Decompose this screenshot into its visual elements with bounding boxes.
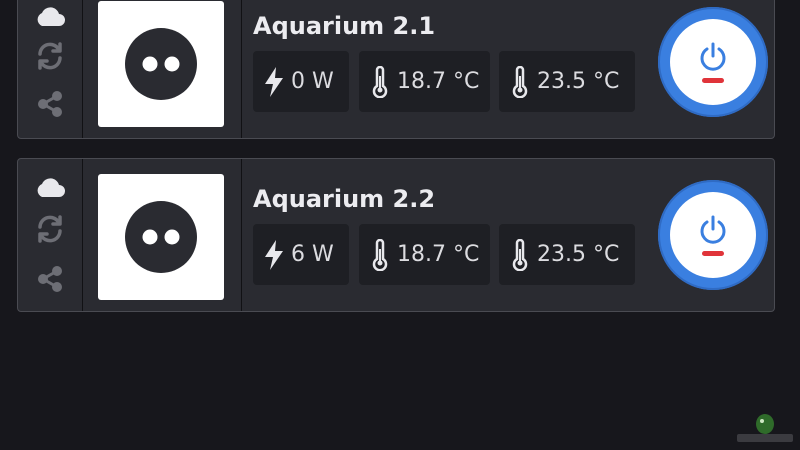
- sync-icon[interactable]: [32, 38, 68, 74]
- lightning-bolt-icon: [263, 66, 285, 97]
- temperature-readout-2: 23.5 °C: [499, 224, 635, 285]
- device-card[interactable]: Aquarium 2.2 6 W 18.7 °C 23.5 °C: [17, 158, 775, 312]
- device-list-page: Aquarium 2.1 0 W 18.7 °C 23.5 °C Aquariu…: [0, 0, 800, 450]
- temperature-readout-1: 18.7 °C: [359, 224, 490, 285]
- device-card[interactable]: Aquarium 2.1 0 W 18.7 °C 23.5 °C: [17, 0, 775, 139]
- cloud-icon[interactable]: [32, 169, 68, 205]
- power-readout: 6 W: [253, 224, 349, 285]
- card-side-actions: [18, 159, 83, 311]
- lightning-bolt-icon: [263, 239, 285, 270]
- power-value: 0 W: [291, 69, 334, 94]
- power-toggle-button[interactable]: [658, 7, 768, 117]
- power-outlet-icon: [125, 201, 197, 273]
- sync-icon[interactable]: [32, 211, 68, 247]
- power-toggle-button[interactable]: [658, 180, 768, 290]
- power-icon: [700, 42, 726, 71]
- temperature-value-2: 23.5 °C: [537, 69, 620, 94]
- thermometer-icon: [369, 65, 391, 98]
- cloud-icon[interactable]: [32, 0, 68, 34]
- power-readout: 0 W: [253, 51, 349, 112]
- thermometer-icon: [369, 238, 391, 271]
- status-indicator: [702, 250, 724, 256]
- device-thumbnail[interactable]: [98, 1, 224, 127]
- power-outlet-icon: [125, 28, 197, 100]
- power-button-face: [670, 192, 756, 278]
- status-indicator: [702, 77, 724, 83]
- temperature-readout-2: 23.5 °C: [499, 51, 635, 112]
- power-value: 6 W: [291, 242, 334, 267]
- power-icon: [700, 215, 726, 244]
- device-name: Aquarium 2.2: [253, 185, 436, 213]
- temperature-value-1: 18.7 °C: [397, 242, 480, 267]
- device-thumbnail-area: [83, 159, 242, 311]
- share-icon[interactable]: [32, 261, 68, 297]
- power-button-face: [670, 19, 756, 105]
- card-side-actions: [18, 0, 83, 138]
- watermark-logo: [737, 414, 793, 442]
- thermometer-icon: [509, 238, 531, 271]
- temperature-value-2: 23.5 °C: [537, 242, 620, 267]
- device-name: Aquarium 2.1: [253, 12, 436, 40]
- share-icon[interactable]: [32, 86, 68, 122]
- temperature-value-1: 18.7 °C: [397, 69, 480, 94]
- thermometer-icon: [509, 65, 531, 98]
- device-thumbnail-area: [83, 0, 242, 138]
- device-thumbnail[interactable]: [98, 174, 224, 300]
- temperature-readout-1: 18.7 °C: [359, 51, 490, 112]
